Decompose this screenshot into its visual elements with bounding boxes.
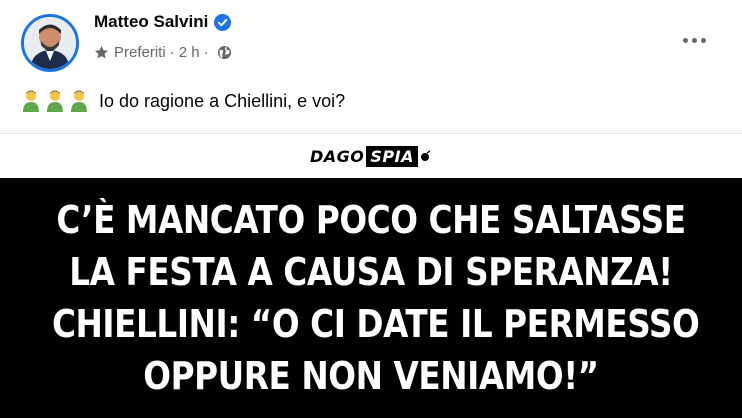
emoji-group <box>21 90 93 112</box>
headline-line-3: CHIELLINI: “O CI DATE IL PERMESSO <box>51 302 700 346</box>
more-dot <box>682 37 688 43</box>
dagospia-logo: DAGO SPIA <box>310 145 432 167</box>
meta-separator-2: · <box>203 44 209 61</box>
star-icon <box>94 45 109 59</box>
headline-panel: C’È MANCATO POCO CHE SALTASSE LA FESTA A… <box>0 178 742 418</box>
headline-line-1: C’È MANCATO POCO CHE SALTASSE <box>56 198 686 242</box>
image-headline: C’È MANCATO POCO CHE SALTASSE LA FESTA A… <box>51 194 700 402</box>
globe-icon[interactable] <box>217 45 232 60</box>
person-emoji-icon <box>71 90 87 112</box>
verified-badge-icon <box>214 13 232 31</box>
post-timestamp[interactable]: 2 h <box>179 44 200 61</box>
post-text: Io do ragione a Chiellini, e voi? <box>21 90 345 112</box>
logo-text-left: DAGO <box>310 146 365 166</box>
headline-line-2: LA FESTA A CAUSA DI SPERANZA! <box>69 250 673 294</box>
person-emoji-icon <box>47 90 63 112</box>
author-name[interactable]: Matteo Salvini <box>94 12 208 32</box>
author-link[interactable]: Matteo Salvini <box>94 12 232 32</box>
avatar-photo <box>24 17 76 69</box>
post-image[interactable]: DAGO SPIA C’È MANCATO POCO CHE SALTASSE … <box>0 133 742 418</box>
more-dot <box>691 37 697 43</box>
post-meta: Preferiti · 2 h · <box>94 44 232 61</box>
headline-line-4: OPPURE NON VENIAMO!” <box>143 354 599 398</box>
meta-separator: · <box>169 44 175 61</box>
more-dot <box>700 37 706 43</box>
person-emoji-icon <box>23 90 39 112</box>
bomb-icon <box>421 150 431 161</box>
post-body-text: Io do ragione a Chiellini, e voi? <box>99 90 346 111</box>
audience-label[interactable]: Preferiti <box>114 44 166 61</box>
more-options-button[interactable] <box>672 22 716 58</box>
logo-text-right: SPIA <box>366 145 418 167</box>
image-logo-bar: DAGO SPIA <box>0 134 742 178</box>
post-header: Matteo Salvini Preferiti · 2 h · <box>0 0 742 82</box>
author-avatar[interactable] <box>21 14 79 72</box>
